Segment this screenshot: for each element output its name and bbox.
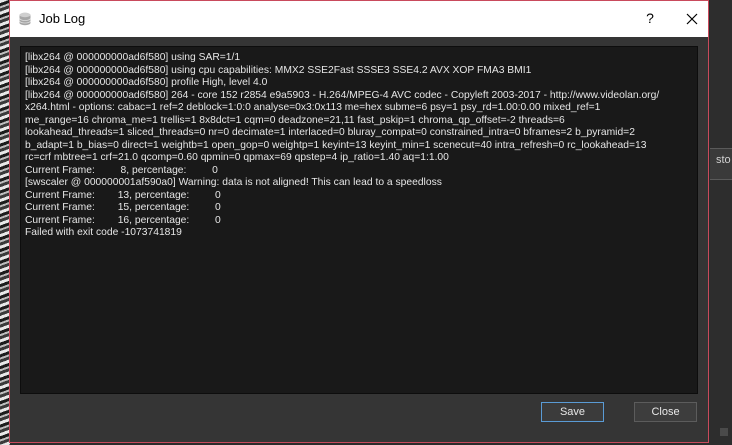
log-line: Current Frame: 8, percentage: 0 bbox=[25, 164, 218, 176]
log-output-textarea[interactable]: [libx264 @ 000000000ad6f580] using SAR=1… bbox=[20, 46, 698, 394]
log-line: b_adapt=1 b_bias=0 direct=1 weightb=1 op… bbox=[25, 139, 647, 151]
log-line: Current Frame: 15, percentage: 0 bbox=[25, 202, 221, 213]
window-title: Job Log bbox=[39, 11, 86, 26]
log-line: [swscaler @ 000000001af590a0] Warning: d… bbox=[25, 177, 442, 188]
resize-grip-icon[interactable] bbox=[720, 428, 728, 436]
database-icon bbox=[19, 12, 31, 26]
log-line: [libx264 @ 000000000ad6f580] using cpu c… bbox=[25, 64, 532, 76]
log-line: Current Frame: 13, percentage: 0 bbox=[25, 189, 221, 201]
log-line: [libx264 @ 000000000ad6f580] 264 - core … bbox=[25, 89, 660, 101]
log-line: lookahead_threads=1 sliced_threads=0 nr=… bbox=[25, 127, 635, 138]
log-line: me_range=16 chroma_me=1 trellis=1 8x8dct… bbox=[25, 114, 565, 126]
close-icon[interactable] bbox=[682, 9, 702, 29]
log-line: x264.html - options: cabac=1 ref=2 deblo… bbox=[25, 102, 601, 113]
log-line: Failed with exit code -1073741819 bbox=[25, 227, 182, 238]
log-line: [libx264 @ 000000000ad6f580] profile Hig… bbox=[25, 77, 268, 88]
log-line: [libx264 @ 000000000ad6f580] using SAR=1… bbox=[25, 52, 241, 63]
close-button[interactable]: Close bbox=[634, 402, 697, 422]
save-button[interactable]: Save bbox=[541, 402, 604, 422]
background-button-label: sto bbox=[716, 154, 731, 166]
background-app-panel: sto bbox=[710, 0, 732, 445]
log-line: rc=crf mbtree=1 crf=21.0 qcomp=0.60 qpmi… bbox=[25, 152, 449, 163]
log-line: Current Frame: 16, percentage: 0 bbox=[25, 214, 221, 226]
job-log-dialog: Job Log ? [libx264 @ 000000000ad6f580] u… bbox=[9, 0, 709, 443]
help-button[interactable]: ? bbox=[641, 10, 659, 26]
title-bar[interactable]: Job Log ? bbox=[10, 1, 708, 37]
